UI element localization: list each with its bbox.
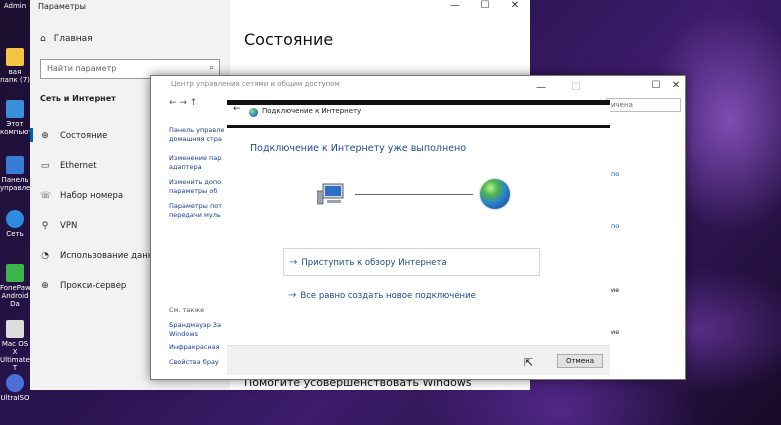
see-also-heading: См. также xyxy=(169,306,205,314)
nav-item-label: Ethernet xyxy=(60,161,97,171)
link-browser-properties[interactable]: Свойства брау xyxy=(169,358,229,367)
right-link-fragment[interactable]: по xyxy=(611,170,619,178)
search-text: ичена xyxy=(611,101,633,109)
computer-icon xyxy=(6,100,24,118)
nav-item-label: Состояние xyxy=(60,131,108,141)
desktop-icon-admin[interactable]: Admin xyxy=(0,0,30,10)
connect-internet-dialog: ← Подключение к Интернету Подключение к … xyxy=(227,100,610,375)
monitor-icon: ▭ xyxy=(40,161,50,171)
mouse-cursor-icon: ⇱ xyxy=(524,356,534,369)
connection-line xyxy=(355,194,473,195)
network-search-input[interactable]: ичена xyxy=(606,98,681,112)
desktop-icon-ultraiso[interactable]: UltraISO xyxy=(0,374,30,402)
globe-icon xyxy=(249,108,258,117)
desktop-icon-label: Сеть xyxy=(6,230,24,238)
globe-icon: ⊕ xyxy=(41,131,49,141)
nav-item-label: VPN xyxy=(60,221,78,231)
desktop-icon-new-folder[interactable]: вая папк (7) xyxy=(0,48,30,84)
nav-arrows[interactable]: ← → ↑ xyxy=(169,98,197,108)
header-divider xyxy=(227,125,610,128)
nav-item-data-usage[interactable]: ◔ Использование данны xyxy=(40,251,160,261)
option-label: Все равно создать новое подключение xyxy=(300,291,476,301)
home-icon: ⌂ xyxy=(40,34,46,44)
minimize-button[interactable]: — xyxy=(526,82,556,93)
arrow-right-icon: → xyxy=(288,290,297,301)
connection-status-heading: Подключение к Интернету уже выполнено xyxy=(250,143,467,154)
disc-icon xyxy=(6,374,24,392)
link-infrared[interactable]: Инфракрасная xyxy=(169,343,229,352)
link-change-adapter[interactable]: Изменение пар адаптера xyxy=(169,154,229,172)
home-label: Главная xyxy=(53,34,93,44)
desktop-icon-network[interactable]: Сеть xyxy=(0,210,30,238)
search-placeholder: Найти параметр xyxy=(47,64,117,73)
page-title: Состояние xyxy=(244,30,334,49)
new-connection-option[interactable]: → Все равно создать новое подключение xyxy=(283,288,481,303)
network-center-title: Центр управления сетями и общим доступом xyxy=(171,80,340,88)
nav-item-label: Прокси-сервер xyxy=(60,281,127,291)
desktop-icon-label: FonePaw Android Da xyxy=(0,284,31,308)
dialog-footer: ⇱ Отмена xyxy=(227,345,610,375)
nav-item-vpn[interactable]: ⚲ VPN xyxy=(40,221,78,231)
nav-item-proxy[interactable]: ⊕ Прокси-сервер xyxy=(40,281,126,291)
link-control-panel-home[interactable]: Панель управле домашняя стра xyxy=(169,126,229,144)
section-heading: Сеть и Интернет xyxy=(40,94,116,103)
close-button[interactable]: ✕ xyxy=(500,0,530,11)
minimize-button[interactable]: — xyxy=(440,0,470,11)
arrow-right-icon: → xyxy=(289,257,298,268)
browse-internet-option[interactable]: → Приступить к обзору Интернета xyxy=(283,248,540,276)
link-advanced-sharing[interactable]: Изменить допо параметры об xyxy=(169,178,229,196)
nav-item-label: Использование данны xyxy=(60,251,161,261)
right-text-fragment: ие xyxy=(611,286,620,294)
control-panel-icon xyxy=(6,156,24,174)
desktop-icon-label: Mac OS X Ultimate T xyxy=(0,340,30,372)
link-media-streaming[interactable]: Параметры пот передачи муль xyxy=(169,202,229,220)
desktop-icon-this-pc[interactable]: Этот компьютер xyxy=(0,100,41,136)
data-usage-icon: ◔ xyxy=(41,251,49,261)
dialog-title: Подключение к Интернету xyxy=(262,107,362,115)
link-firewall[interactable]: Брандмауэр Зa Windows xyxy=(169,321,229,339)
internet-globe-icon xyxy=(480,179,510,209)
close-button[interactable]: ✕ xyxy=(661,80,691,91)
computer-icon xyxy=(317,183,344,205)
right-link-fragment[interactable]: по xyxy=(611,222,619,230)
cancel-button[interactable]: Отмена xyxy=(557,354,603,368)
maximize-button[interactable]: ☐ xyxy=(470,0,500,11)
search-icon: ⌕ xyxy=(208,63,214,73)
desktop-icon-label: вая папк (7) xyxy=(0,68,30,84)
vpn-icon: ⚲ xyxy=(41,221,49,231)
nav-item-status[interactable]: ⊕ Состояние xyxy=(29,128,108,142)
settings-window-title: Параметры xyxy=(38,2,86,11)
folder-icon xyxy=(6,48,24,66)
nav-item-dialup[interactable]: ☏ Набор номера xyxy=(40,191,123,201)
phone-icon: ☏ xyxy=(40,191,52,201)
nav-item-label: Набор номера xyxy=(60,191,124,201)
right-text-fragment: ие xyxy=(611,328,620,336)
desktop-icon-label: UltraISO xyxy=(0,394,30,402)
desktop-icon-fonepaw[interactable]: FonePaw Android Da xyxy=(0,264,31,308)
back-arrow-icon[interactable]: ← xyxy=(233,104,241,114)
desktop-icon-label: Admin xyxy=(3,2,27,10)
network-icon xyxy=(6,210,24,228)
nav-item-ethernet[interactable]: ▭ Ethernet xyxy=(40,161,97,171)
option-label: Приступить к обзору Интернета xyxy=(301,258,447,268)
file-icon xyxy=(6,320,24,338)
desktop-icon-control-panel[interactable]: Панель управлени xyxy=(0,156,39,192)
fonepaw-icon xyxy=(6,264,24,282)
home-nav-item[interactable]: ⌂ Главная xyxy=(40,34,93,44)
desktop-icon-macos[interactable]: Mac OS X Ultimate T xyxy=(0,320,30,372)
maximize-button[interactable]: ☐ xyxy=(561,82,591,93)
globe-icon: ⊕ xyxy=(41,281,49,291)
